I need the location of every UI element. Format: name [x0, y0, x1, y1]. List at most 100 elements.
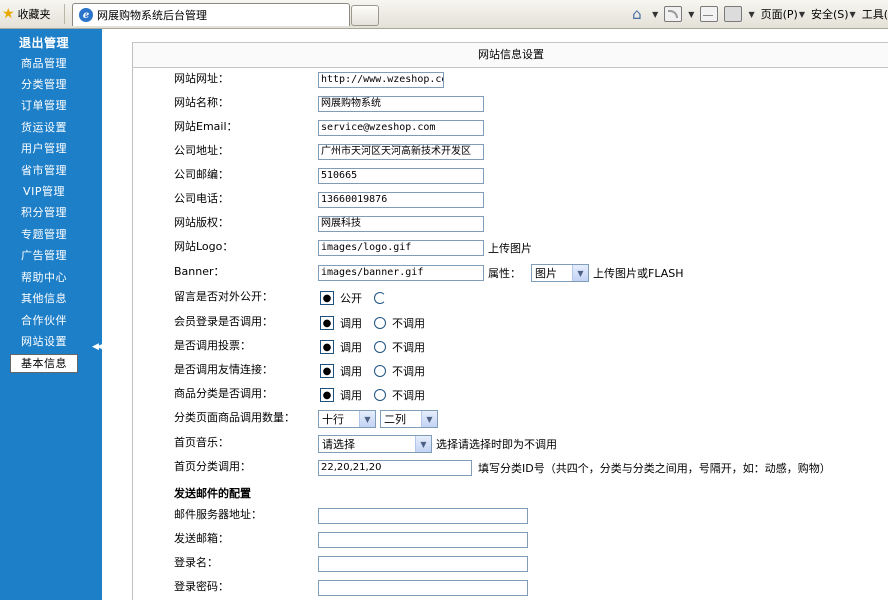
- field-label: 网站Email：: [174, 120, 238, 133]
- private-radio[interactable]: [374, 292, 386, 304]
- page-menu[interactable]: 页面(P) ▼: [761, 6, 805, 22]
- option-label: 留言是否对外公开：: [174, 290, 273, 303]
- links-yes-radio[interactable]: ●: [320, 364, 334, 378]
- radio-label: 调用: [340, 389, 362, 402]
- option-label: 是否调用友情连接：: [174, 363, 273, 376]
- links-no-radio[interactable]: [374, 365, 386, 377]
- sidebar: 退出管理 商品管理 分类管理 订单管理 货运设置 用户管理 省市管理 VIP管理…: [0, 29, 104, 600]
- safety-menu-label: 安全(S): [810, 8, 849, 21]
- mail-server-input[interactable]: [318, 508, 528, 524]
- favorites-button[interactable]: ★ 收藏夹: [2, 6, 51, 22]
- field-label: 公司电话：: [174, 192, 229, 205]
- sidebar-item-partners[interactable]: 合作伙伴: [0, 312, 88, 328]
- radio-label: 不调用: [392, 365, 425, 378]
- phone-input[interactable]: 13660019876: [318, 192, 484, 208]
- radio-label: 不调用: [392, 389, 425, 402]
- sidebar-item-help[interactable]: 帮助中心: [0, 269, 88, 285]
- field-label: 登录密码：: [174, 580, 229, 593]
- sidebar-item-points[interactable]: 积分管理: [0, 204, 88, 220]
- sidebar-item-basic-info[interactable]: 基本信息: [10, 354, 78, 373]
- radio-label: 调用: [340, 317, 362, 330]
- company-address-input[interactable]: 广州市天河区天河高新技术开发区: [318, 144, 484, 160]
- vote-no-radio[interactable]: [374, 341, 386, 353]
- sidebar-item-ads[interactable]: 广告管理: [0, 247, 88, 263]
- rows-select[interactable]: 十行 ▼: [318, 410, 376, 428]
- field-label: 公司邮编：: [174, 168, 229, 181]
- sidebar-item-users[interactable]: 用户管理: [0, 140, 88, 156]
- cols-select[interactable]: 二列 ▼: [380, 410, 438, 428]
- home-category-hint: 填写分类ID号（共四个，分类与分类之间用，号隔开，如：动感，购物）: [478, 462, 831, 475]
- option-label: 商品分类是否调用：: [174, 387, 273, 400]
- login-password-input[interactable]: [318, 580, 528, 596]
- sidebar-item-products[interactable]: 商品管理: [0, 55, 88, 71]
- banner-type-select[interactable]: 图片 ▼: [531, 264, 589, 282]
- sidebar-item-shipping[interactable]: 货运设置: [0, 119, 88, 135]
- rows-value: 十行: [322, 413, 344, 426]
- radio-label: 调用: [340, 341, 362, 354]
- sidebar-item-site-settings[interactable]: 网站设置: [0, 333, 88, 349]
- banner-type-value: 图片: [535, 267, 557, 280]
- tools-menu-label: 工具(: [861, 8, 888, 21]
- feeds-dropdown-icon[interactable]: ▼: [688, 10, 694, 19]
- sidebar-item-other[interactable]: 其他信息: [0, 290, 88, 306]
- collapse-sidebar-icon[interactable]: ◀◀: [92, 342, 104, 352]
- upload-logo-link[interactable]: 上传图片: [488, 240, 532, 256]
- tools-menu[interactable]: 工具(: [862, 6, 888, 22]
- upload-banner-link[interactable]: 上传图片或FLASH: [593, 265, 684, 281]
- site-name-input[interactable]: 网展购物系统: [318, 96, 484, 112]
- field-label: 公司地址：: [174, 144, 229, 157]
- chevron-down-icon: ▼: [359, 411, 375, 427]
- new-tab-button[interactable]: [351, 5, 379, 26]
- radio-label: 不调用: [392, 317, 425, 330]
- music-hint: 选择请选择时即为不调用: [436, 438, 557, 451]
- category-yes-radio[interactable]: ●: [320, 388, 334, 402]
- public-radio-checked[interactable]: ●: [320, 291, 334, 305]
- safety-menu[interactable]: 安全(S) ▼: [811, 6, 856, 22]
- option-label: 会员登录是否调用：: [174, 315, 273, 328]
- page-menu-label: 页面(P): [760, 8, 798, 21]
- sidebar-item-regions[interactable]: 省市管理: [0, 162, 88, 178]
- member-login-no-radio[interactable]: [374, 317, 386, 329]
- sidebar-item-orders[interactable]: 订单管理: [0, 97, 88, 113]
- home-category-input[interactable]: 22,20,21,20: [318, 460, 472, 476]
- field-label: Banner：: [174, 265, 225, 278]
- field-label: 网站网址：: [174, 72, 229, 85]
- home-icon[interactable]: ⌂: [632, 7, 646, 22]
- field-label: 邮件服务器地址：: [174, 508, 262, 521]
- field-label: 网站名称：: [174, 96, 229, 109]
- star-icon: ★: [2, 6, 15, 22]
- browser-toolbar: ★ 收藏夹 e 网展购物系统后台管理 ⌂ ▼ ▼ ▼ 页面(P) ▼ 安全(S) ▼ …: [0, 0, 888, 29]
- vote-yes-radio[interactable]: ●: [320, 340, 334, 354]
- home-category-label: 首页分类调用：: [174, 460, 251, 473]
- banner-input[interactable]: images/banner.gif: [318, 265, 484, 281]
- favorites-label: 收藏夹: [17, 8, 51, 21]
- category-count-label: 分类页面商品调用数量：: [174, 411, 295, 424]
- category-no-radio[interactable]: [374, 389, 386, 401]
- login-name-input[interactable]: [318, 556, 528, 572]
- logout-link[interactable]: 退出管理: [0, 34, 88, 51]
- mail-icon[interactable]: [700, 6, 719, 22]
- music-select[interactable]: 请选择 ▼: [318, 435, 432, 453]
- sidebar-item-topics[interactable]: 专题管理: [0, 226, 88, 242]
- command-bar: ⌂ ▼ ▼ ▼ 页面(P) ▼ 安全(S) ▼ 工具(: [632, 4, 888, 24]
- copyright-input[interactable]: 网展科技: [318, 216, 484, 232]
- print-dropdown-icon[interactable]: ▼: [748, 10, 754, 19]
- print-icon[interactable]: [724, 6, 743, 22]
- browser-tab[interactable]: e 网展购物系统后台管理: [72, 3, 350, 26]
- tab-title: 网展购物系统后台管理: [97, 9, 207, 22]
- music-value: 请选择: [322, 438, 355, 451]
- postcode-input[interactable]: 510665: [318, 168, 484, 184]
- ie-icon: e: [79, 8, 93, 22]
- chevron-down-icon: ▼: [798, 9, 805, 19]
- home-dropdown-icon[interactable]: ▼: [652, 10, 658, 19]
- main-panel: 网站信息设置 网站网址： http://www.wzeshop.com 网站名称…: [132, 42, 888, 600]
- feeds-icon[interactable]: [664, 6, 683, 22]
- sidebar-item-vip[interactable]: VIP管理: [0, 183, 88, 199]
- logo-input[interactable]: images/logo.gif: [318, 240, 484, 256]
- site-url-input[interactable]: http://www.wzeshop.com: [318, 72, 444, 88]
- member-login-yes-radio[interactable]: ●: [320, 316, 334, 330]
- sender-email-input[interactable]: [318, 532, 528, 548]
- site-email-input[interactable]: service@wzeshop.com: [318, 120, 484, 136]
- chevron-down-icon: ▼: [415, 436, 431, 452]
- sidebar-item-categories[interactable]: 分类管理: [0, 76, 88, 92]
